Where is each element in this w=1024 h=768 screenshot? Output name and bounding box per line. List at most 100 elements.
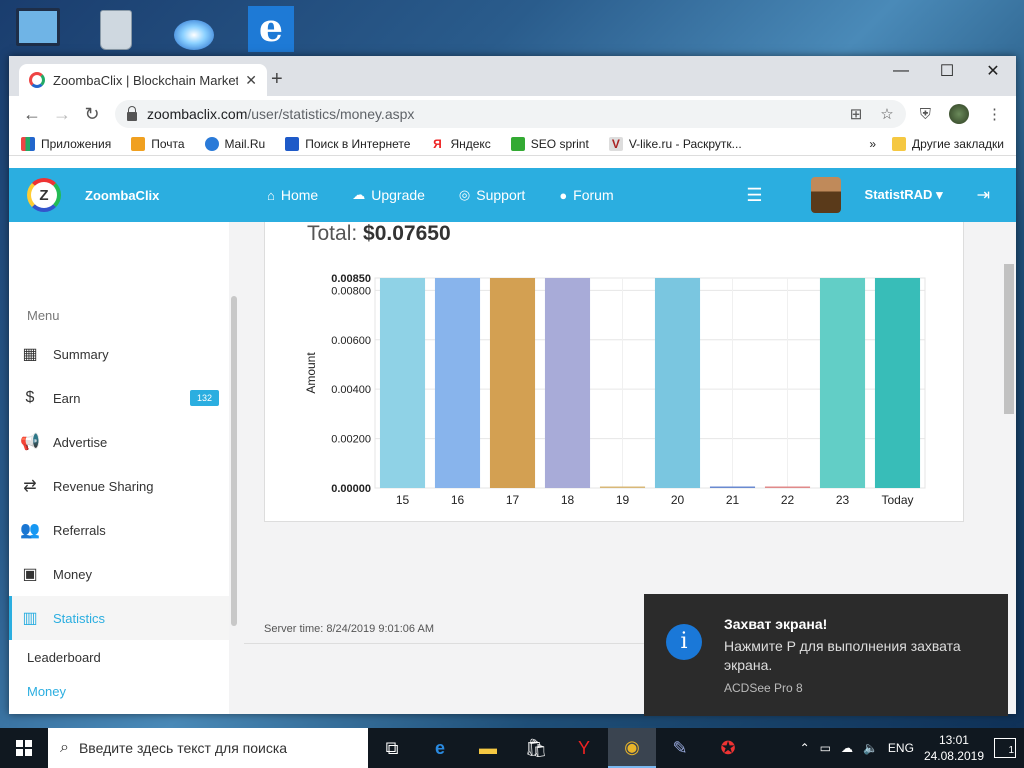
bar <box>434 278 481 488</box>
url-domain: zoombaclix.com <box>147 106 248 122</box>
back-icon[interactable]: ← <box>17 104 47 125</box>
bookmarks-bar: Приложения Почта Mail.Ru Поиск в Интерне… <box>9 132 1016 156</box>
notification-center-icon[interactable]: 1 <box>994 738 1016 758</box>
toast-title: Захват экрана! <box>724 616 828 632</box>
x-tick-label: 23 <box>836 493 850 507</box>
page-scrollbar[interactable] <box>1004 264 1014 414</box>
site-brand[interactable]: ZoombaClix <box>85 188 215 203</box>
x-tick-label: 16 <box>451 493 465 507</box>
url-input[interactable]: zoombaclix.com/user/statistics/money.asp… <box>115 100 906 128</box>
browser-menu-icon[interactable]: ⋮ <box>987 105 1002 123</box>
user-avatar[interactable] <box>810 177 841 213</box>
network-icon[interactable]: ▭ <box>820 741 831 755</box>
tab-close-icon[interactable]: ✕ <box>245 72 257 89</box>
bookmark-apps[interactable]: Приложения <box>21 136 111 151</box>
this-pc-desktop-icon[interactable] <box>14 6 62 54</box>
profile-avatar-icon[interactable] <box>949 104 969 124</box>
x-tick-label: 22 <box>781 493 795 507</box>
sidebar-item-statistics[interactable]: ▥ Statistics <box>9 596 229 640</box>
sidebar-item-advertise[interactable]: 📢 Advertise <box>9 420 229 464</box>
yandex-browser-icon[interactable]: Y <box>560 728 608 768</box>
file-explorer-icon[interactable]: ▬ <box>464 728 512 768</box>
sidebar-sub-money[interactable]: Money <box>27 684 66 699</box>
y-tick-label: 0.00000 <box>331 483 371 495</box>
settings-sliders-icon[interactable]: ☰ <box>746 185 762 206</box>
site-top-nav: Z ZoombaClix ⌂ Home ☁ Upgrade ◎ Support ● Fo… <box>9 168 1016 222</box>
toast-source: ACDSee Pro 8 <box>724 681 803 695</box>
sidebar-scrollbar[interactable] <box>231 296 237 626</box>
cloud-upload-icon: ☁ <box>352 187 366 202</box>
notepad-icon[interactable]: ✎ <box>656 728 704 768</box>
start-button[interactable] <box>0 728 48 768</box>
browser-tab[interactable]: ZoombaClix | Blockchain Marketing ✕ <box>19 64 267 96</box>
tray-chevron-icon[interactable]: ⌃ <box>800 741 810 755</box>
onedrive-cloud-icon[interactable]: ☁ <box>841 741 853 755</box>
y-tick-label: 0.00200 <box>331 434 371 446</box>
chrome-taskbar-icon[interactable]: ◉ <box>608 728 656 768</box>
search-icon: ⌕ <box>60 739 69 756</box>
edge-desktop-icon[interactable]: e <box>248 6 296 54</box>
nav-support[interactable]: ◎ Support <box>459 187 525 203</box>
acdsee-icon[interactable]: ✪ <box>704 728 752 768</box>
money-icon: ▣ <box>22 566 38 583</box>
x-tick-label: 19 <box>616 493 630 507</box>
bookmarks-more-icon[interactable]: » <box>869 137 876 151</box>
reload-icon[interactable]: ↻ <box>77 104 107 125</box>
bookmark-vlike[interactable]: V V-like.ru - Раскрутк... <box>608 136 742 151</box>
logout-icon[interactable]: ⇥ <box>977 185 990 205</box>
y-tick-label: 0.00800 <box>331 285 371 297</box>
y-tick-label: 0.00400 <box>331 384 371 396</box>
screen-capture-toast[interactable]: i Захват экрана! Нажмите P для выполнени… <box>644 594 1008 716</box>
bookmark-other-folder[interactable]: Другие закладки <box>892 136 1004 151</box>
x-tick-label: 21 <box>726 493 740 507</box>
nav-home[interactable]: ⌂ Home <box>267 187 318 203</box>
task-view-icon[interactable]: ⧉ <box>368 728 416 768</box>
lock-icon <box>127 105 137 121</box>
sidebar-item-revenue-sharing[interactable]: ⇄ Revenue Sharing <box>9 464 229 508</box>
bookmark-star-icon[interactable]: ☆ <box>880 105 893 123</box>
nav-upgrade[interactable]: ☁ Upgrade <box>352 187 425 203</box>
bar <box>709 486 756 488</box>
translate-icon[interactable]: ⊞ <box>850 105 863 123</box>
app-shortcut-desktop-icon[interactable] <box>170 6 218 54</box>
user-menu[interactable]: StatistRAD ▾ <box>865 187 943 203</box>
bookmark-seosprint[interactable]: SEO sprint <box>510 136 589 151</box>
volume-icon[interactable]: 🔈 <box>863 741 878 755</box>
dollar-icon: $ <box>25 389 35 406</box>
language-indicator[interactable]: ENG <box>888 741 914 755</box>
store-icon[interactable]: 🛍 <box>512 728 560 768</box>
bookmark-mail[interactable]: Почта <box>131 136 185 151</box>
tab-title: ZoombaClix | Blockchain Marketing <box>53 72 238 88</box>
x-tick-label: 20 <box>671 493 685 507</box>
taskbar-search-input[interactable]: ⌕ Введите здесь текст для поиска <box>48 728 368 768</box>
x-tick-label: Today <box>881 493 913 507</box>
maximize-icon[interactable]: ☐ <box>924 56 970 86</box>
lifebuoy-icon: ◎ <box>458 187 471 202</box>
sidebar-item-earn[interactable]: $ Earn 132 <box>9 376 229 420</box>
bookmark-mailru[interactable]: Mail.Ru <box>204 136 265 151</box>
address-bar: ← → ↻ zoombaclix.com/user/statistics/mon… <box>9 96 1016 132</box>
megaphone-icon: 📢 <box>20 434 40 451</box>
edge-taskbar-icon[interactable]: e <box>416 728 464 768</box>
info-icon: i <box>666 624 702 660</box>
sidebar-item-summary[interactable]: ▦ Summary <box>9 332 229 376</box>
sidebar-sub-leaderboard[interactable]: Leaderboard <box>27 650 101 665</box>
bookmark-yandex[interactable]: Я Яндекс <box>430 136 491 151</box>
new-tab-icon[interactable]: + <box>271 68 283 91</box>
sidebar-item-money[interactable]: ▣ Money <box>9 552 229 596</box>
recycle-bin-desktop-icon[interactable] <box>92 6 140 54</box>
y-tick-label: 0.00850 <box>331 273 371 285</box>
forward-icon[interactable]: → <box>47 104 77 125</box>
window-controls: — ☐ ✕ <box>878 56 1016 86</box>
sidebar-item-referrals[interactable]: 👥 Referrals <box>9 508 229 552</box>
taskbar: ⌕ Введите здесь текст для поиска ⧉ e ▬ 🛍 … <box>0 728 1024 768</box>
minimize-icon[interactable]: — <box>878 56 924 86</box>
folder-icon <box>892 136 907 151</box>
bookmark-search[interactable]: Поиск в Интернете <box>285 136 410 151</box>
clock[interactable]: 13:01 24.08.2019 <box>924 732 984 764</box>
extension-shield-icon[interactable]: ⛨ <box>920 106 931 123</box>
nav-forum[interactable]: ● Forum <box>559 187 613 203</box>
zoombaclix-logo[interactable]: Z <box>27 178 61 212</box>
bar <box>379 278 426 488</box>
close-window-icon[interactable]: ✕ <box>970 56 1016 86</box>
